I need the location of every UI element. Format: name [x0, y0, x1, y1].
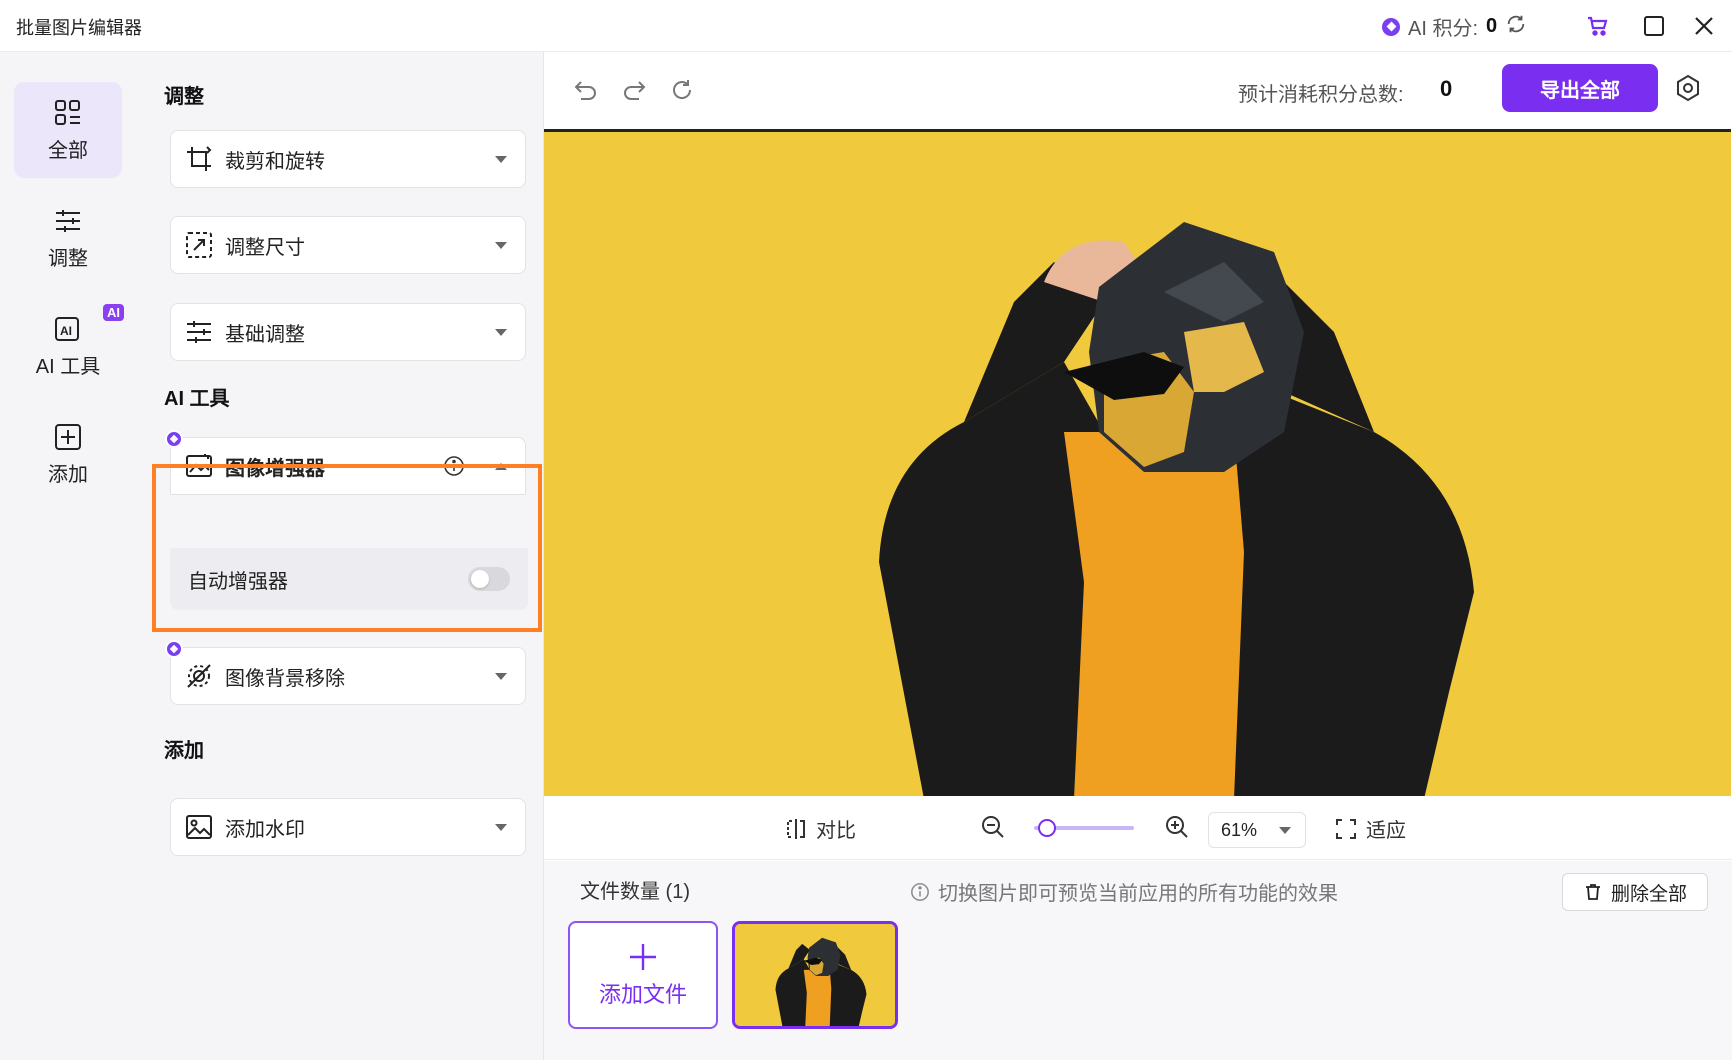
title-bar: 批量图片编辑器 AI 积分: 0: [0, 0, 1732, 52]
fit-label: 适应: [1366, 820, 1406, 842]
file-thumbnail[interactable]: [732, 921, 898, 1029]
add-file-button[interactable]: 添加文件: [568, 921, 718, 1029]
tool-label: 裁剪和旋转: [225, 150, 325, 173]
ai-credit-value: 0: [1486, 15, 1498, 37]
zoom-out-icon[interactable]: [980, 814, 1006, 840]
refresh-icon[interactable]: [1505, 13, 1527, 41]
app-title: 批量图片编辑器: [16, 18, 142, 38]
crop-icon: [187, 146, 212, 171]
zoom-bar: 对比 61% 适应: [544, 796, 1732, 860]
highlight-box: [152, 464, 542, 632]
nav-item-adjust[interactable]: 调整: [14, 190, 122, 286]
tool-crop-rotate[interactable]: 裁剪和旋转: [170, 130, 526, 188]
compare-label: 对比: [816, 820, 856, 842]
files-strip: 文件数量 (1) 切换图片即可预览当前应用的所有功能的效果 删除全部 添加文件: [544, 861, 1732, 1060]
fit-button[interactable]: 适应: [1334, 814, 1406, 843]
add-file-label: 添加文件: [598, 982, 687, 1007]
settings-icon[interactable]: [1672, 72, 1704, 104]
premium-icon: [165, 640, 183, 658]
undo-icon[interactable]: [570, 74, 602, 106]
ai-badge: AI: [103, 304, 124, 321]
zoom-slider[interactable]: [1034, 819, 1134, 837]
ai-credit-label: AI 积分:: [1408, 18, 1479, 40]
redo-icon[interactable]: [618, 74, 650, 106]
zoom-level-select[interactable]: 61%: [1208, 812, 1306, 848]
file-count: 文件数量 (1): [580, 881, 690, 903]
estimate-label: 预计消耗积分总数:: [1238, 84, 1404, 106]
nav-label: 全部: [48, 139, 88, 162]
tool-bg-remove[interactable]: 图像背景移除: [165, 640, 526, 705]
svg-text:AI: AI: [60, 324, 72, 338]
chevron-down-icon: [495, 328, 507, 336]
compare-icon: [787, 818, 805, 839]
section-title-add: 添加: [164, 740, 204, 762]
grid-icon: [55, 99, 80, 125]
nav-item-all[interactable]: 全部: [14, 82, 122, 178]
ai-credits[interactable]: AI 积分: 0: [1382, 12, 1527, 41]
section-title-adjust: 调整: [164, 86, 204, 108]
zoom-slider-knob[interactable]: [1038, 819, 1057, 837]
info-icon: [911, 882, 929, 901]
chevron-down-icon: [495, 672, 507, 680]
trash-icon: [1585, 884, 1600, 900]
chevron-down-icon: [1279, 826, 1291, 834]
delete-all-label: 删除全部: [1610, 883, 1687, 905]
estimate-value: 0: [1440, 76, 1453, 101]
chevron-down-icon: [495, 823, 507, 831]
fit-icon: [1336, 818, 1356, 839]
tool-watermark[interactable]: 添加水印: [170, 798, 526, 856]
main-toolbar: 预计消耗积分总数: 0 导出全部: [544, 52, 1732, 130]
ai-icon: AI: [55, 316, 79, 341]
chevron-down-icon: [495, 241, 507, 249]
premium-icon: [165, 430, 183, 448]
export-all-button[interactable]: 导出全部: [1502, 64, 1658, 112]
nav-label: 调整: [48, 247, 88, 270]
tool-label: 添加水印: [225, 818, 305, 841]
preview-image: [544, 132, 1731, 796]
reset-icon[interactable]: [666, 74, 698, 106]
left-nav: 全部 调整 AI AI 工具 AI 添加: [0, 52, 134, 1060]
sliders-icon: [56, 209, 80, 232]
plus-icon: [630, 944, 656, 970]
image-canvas[interactable]: [544, 129, 1731, 796]
nav-label: AI 工具: [35, 355, 101, 378]
delete-all-button[interactable]: 删除全部: [1562, 873, 1708, 911]
resize-icon: [186, 232, 212, 258]
maximize-icon[interactable]: [1640, 12, 1668, 40]
ai-credit-icon: [1382, 17, 1400, 36]
nav-label: 添加: [48, 463, 88, 486]
hint-text: 切换图片即可预览当前应用的所有功能的效果: [938, 883, 1338, 905]
bg-remove-icon: [187, 664, 211, 688]
zoom-level-value: 61%: [1221, 819, 1258, 840]
section-title-ai: AI 工具: [164, 388, 230, 410]
compare-button[interactable]: 对比: [784, 814, 856, 843]
tool-basic-adjust[interactable]: 基础调整: [170, 303, 526, 361]
close-icon[interactable]: [1690, 12, 1718, 40]
sliders-icon: [187, 321, 211, 343]
tool-label: 调整尺寸: [225, 236, 305, 259]
tool-label: 基础调整: [225, 323, 305, 346]
tool-resize[interactable]: 调整尺寸: [170, 216, 526, 274]
nav-item-ai-tools[interactable]: AI AI 工具 AI: [14, 298, 124, 394]
chevron-down-icon: [495, 155, 507, 163]
nav-item-add[interactable]: 添加: [14, 406, 122, 502]
preview-hint: 切换图片即可预览当前应用的所有功能的效果: [910, 877, 1338, 906]
thumbnail-image: [735, 924, 895, 1026]
zoom-in-icon[interactable]: [1164, 814, 1190, 840]
tool-label: 图像背景移除: [225, 667, 345, 690]
image-icon: [186, 815, 212, 839]
plus-square-icon: [55, 423, 81, 450]
cart-icon[interactable]: [1584, 12, 1612, 40]
